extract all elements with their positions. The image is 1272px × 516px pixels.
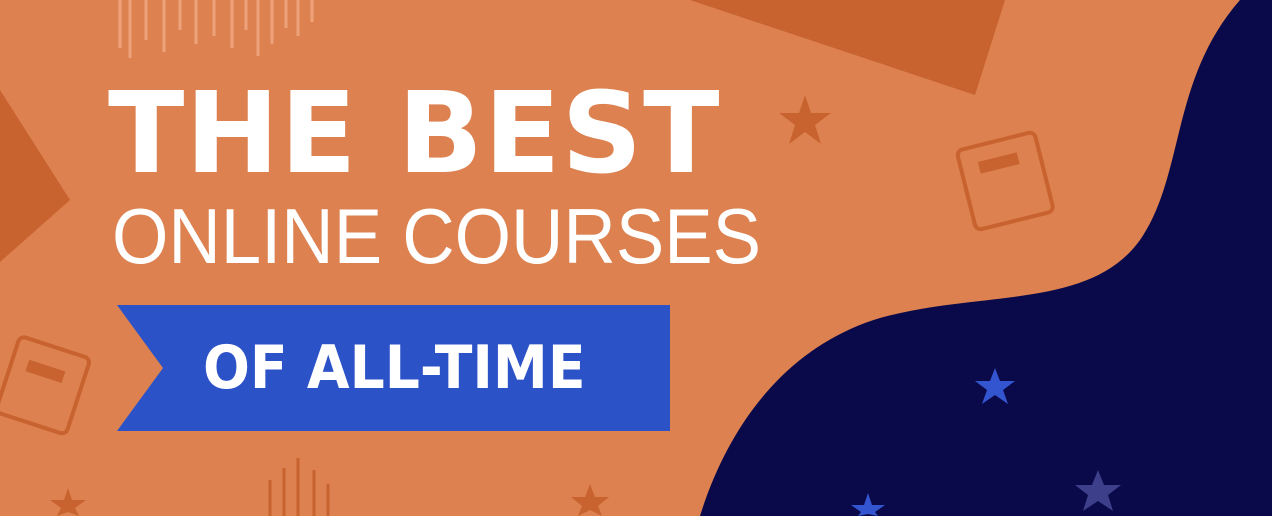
barcode-lines-bottom: [268, 458, 330, 516]
star-icon: [571, 484, 609, 516]
book-icon: [955, 130, 1055, 232]
navy-wave: [700, 0, 1272, 516]
book-icon: [0, 335, 91, 436]
star-icon: [50, 488, 86, 516]
shape-top-right: [690, 0, 1005, 95]
shape-left: [0, 90, 70, 262]
title-line-2: ONLINE COURSES: [112, 192, 761, 280]
headline: THE BEST ONLINE COURSES: [108, 69, 761, 276]
title-line-1: THE BEST: [108, 69, 721, 199]
ribbon-banner: OF ALL-TIME: [117, 305, 670, 431]
star-icon: [779, 95, 831, 144]
ribbon-text: OF ALL-TIME: [203, 333, 586, 403]
barcode-lines-top: [118, 0, 314, 58]
hero-banner: THE BEST ONLINE COURSES OF ALL-TIME: [0, 0, 1272, 516]
